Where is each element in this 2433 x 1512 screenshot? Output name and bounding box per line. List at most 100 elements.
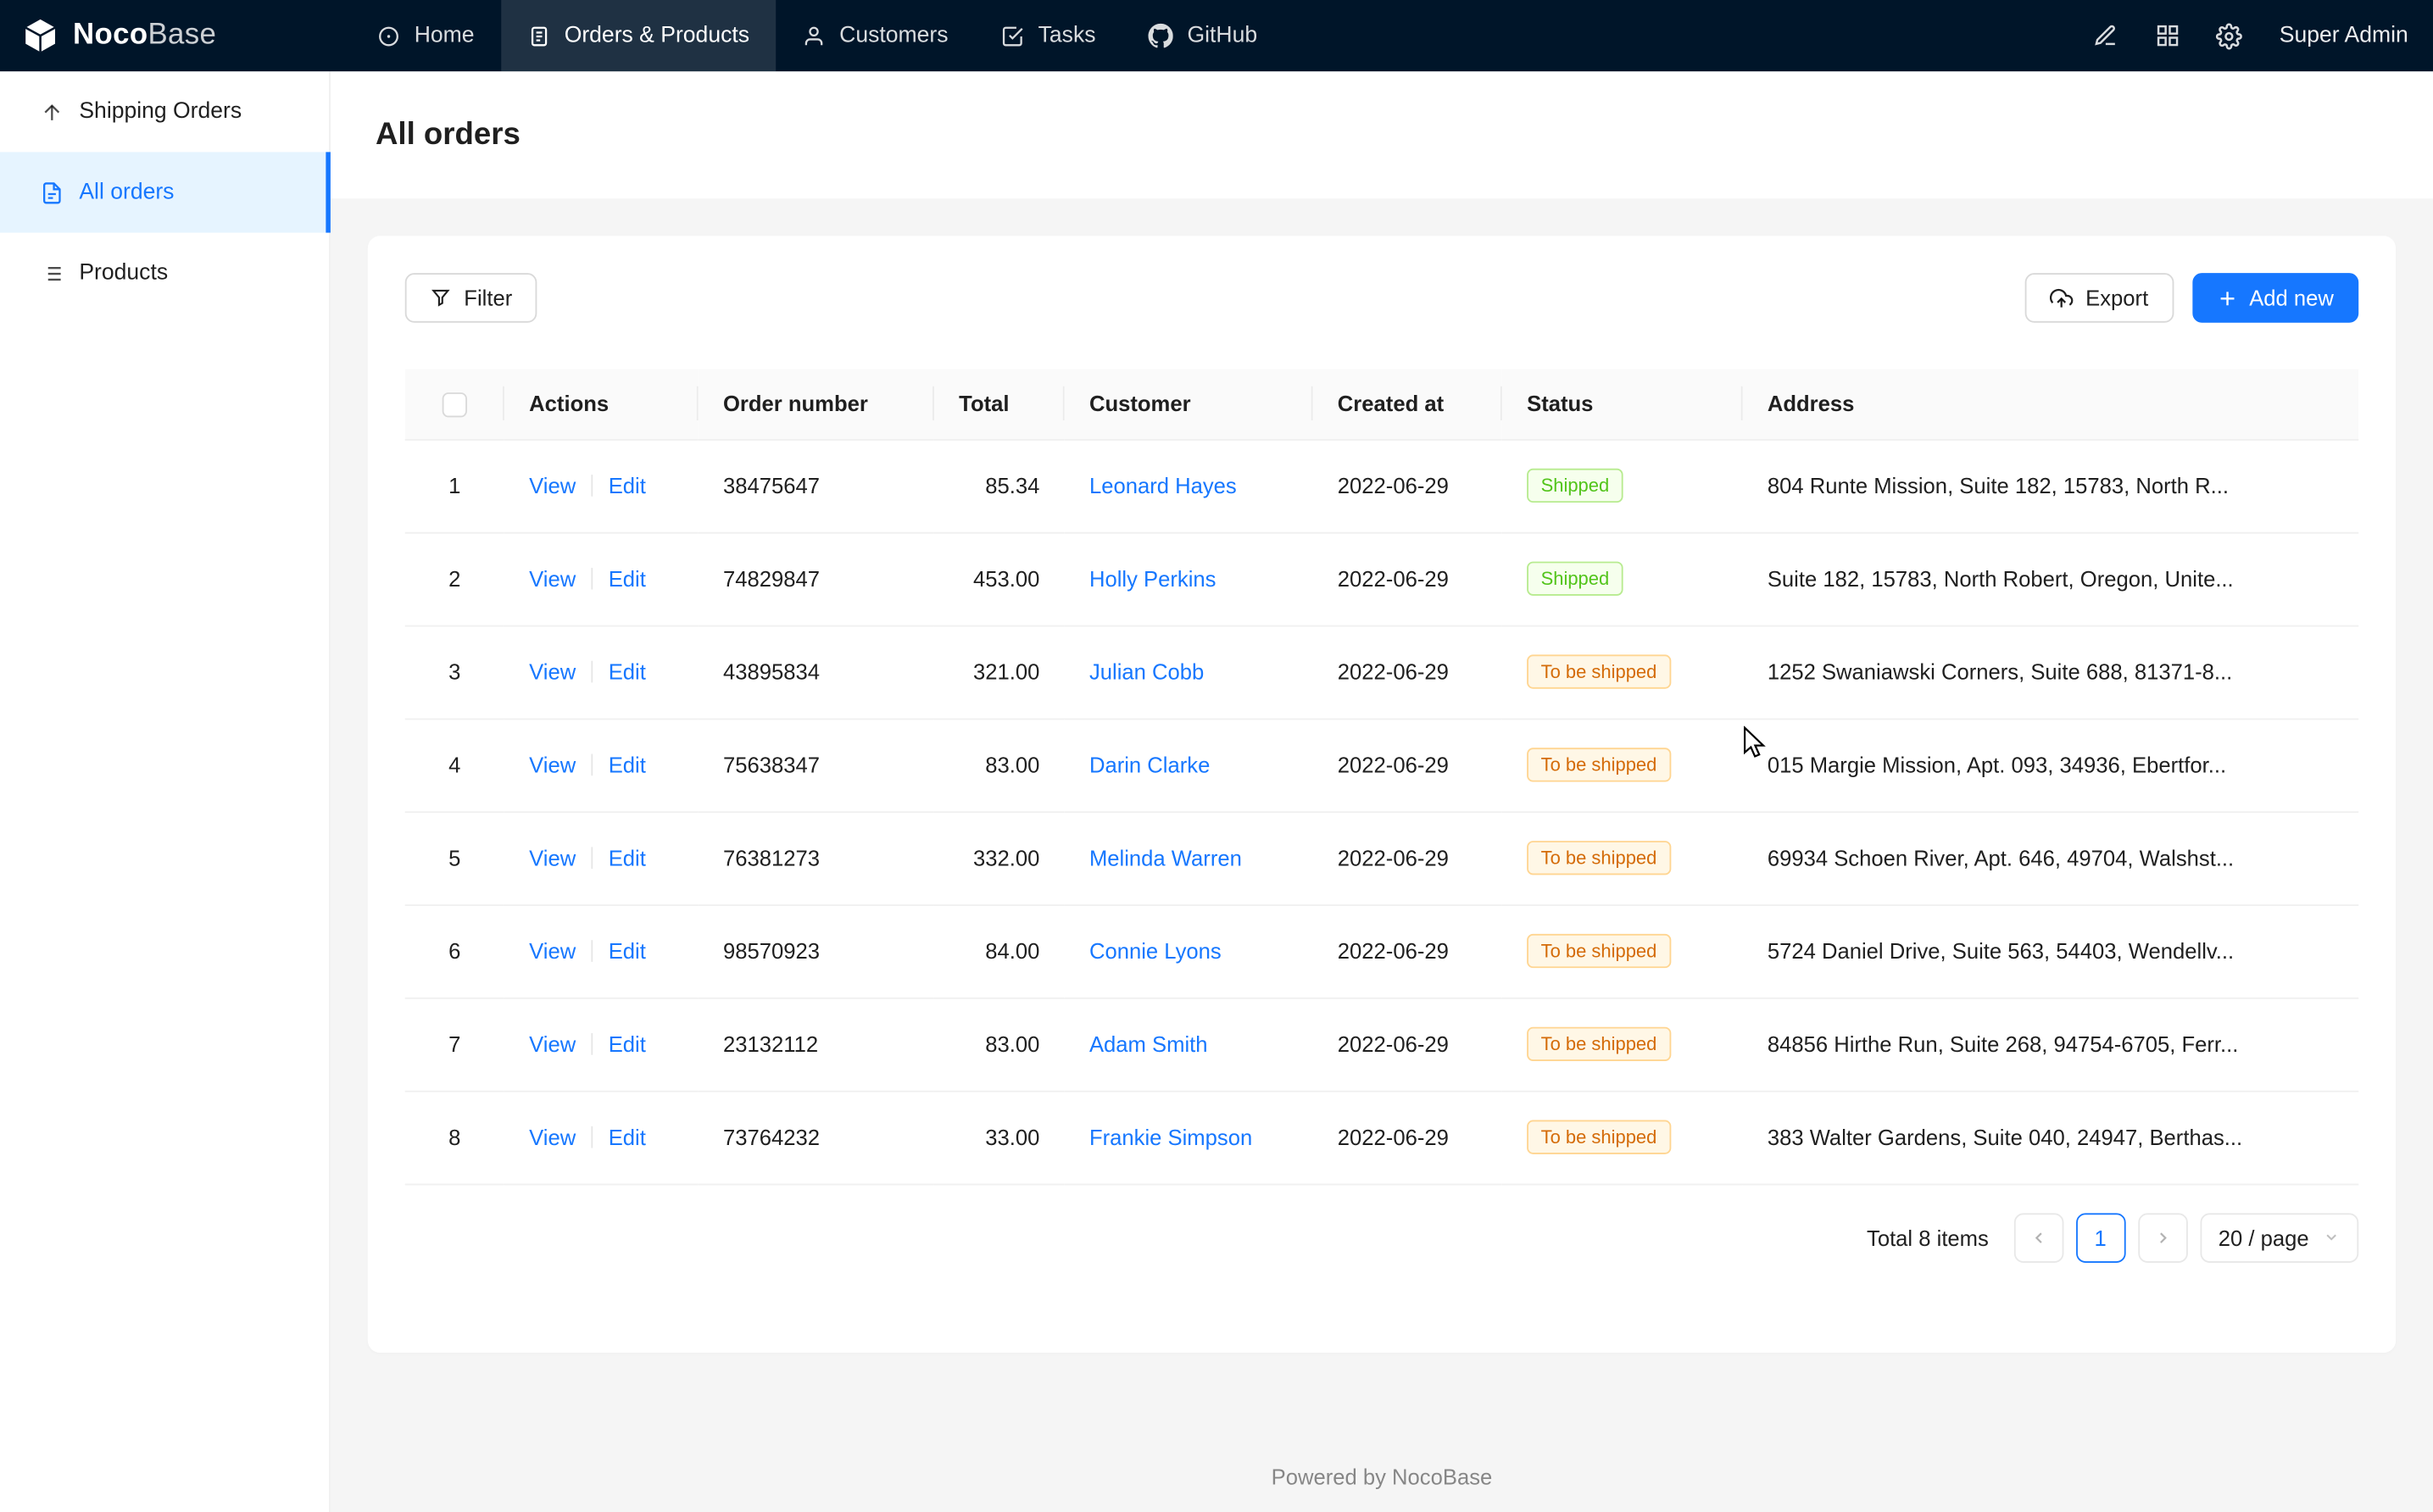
actions-cell: View Edit: [504, 439, 699, 532]
sidebar-item-shipping-orders[interactable]: Shipping Orders: [0, 71, 329, 152]
settings-button[interactable]: [2202, 9, 2258, 62]
customer-link[interactable]: Frankie Simpson: [1089, 1125, 1252, 1149]
plugins-button[interactable]: [2140, 9, 2196, 62]
export-button[interactable]: Export: [2025, 273, 2174, 323]
brand-bold: Noco: [73, 19, 148, 51]
customer-cell: Connie Lyons: [1065, 904, 1313, 998]
nav-item-label: Home: [415, 23, 475, 47]
page-title: All orders: [376, 117, 521, 153]
nav-item-label: GitHub: [1188, 23, 1258, 47]
created-at-cell: 2022-06-29: [1313, 904, 1502, 998]
address-cell: 804 Runte Mission, Suite 182, 15783, Nor…: [1743, 439, 2359, 532]
column-header-created-at: Created at: [1313, 370, 1502, 439]
brand[interactable]: NocoBase: [0, 0, 329, 71]
action-divider: [592, 1126, 593, 1148]
customer-link[interactable]: Holly Perkins: [1089, 566, 1216, 591]
nav-item-label: Tasks: [1038, 23, 1096, 47]
view-link[interactable]: View: [529, 566, 576, 591]
view-link[interactable]: View: [529, 473, 576, 498]
table-header: Actions Order number Total Customer Crea…: [405, 370, 2358, 439]
total-cell: 83.00: [934, 998, 1065, 1091]
edit-link[interactable]: Edit: [609, 566, 646, 591]
main-area: All orders Filter: [331, 71, 2433, 1512]
orders-card: Filter Export Add: [368, 236, 2396, 1353]
plus-icon: [2217, 288, 2237, 309]
status-cell: To be shipped: [1502, 904, 1743, 998]
customer-link[interactable]: Melinda Warren: [1089, 846, 1242, 870]
view-link[interactable]: View: [529, 1125, 576, 1149]
nav-item-customers[interactable]: Customers: [776, 0, 974, 71]
view-link[interactable]: View: [529, 659, 576, 684]
edit-link[interactable]: Edit: [609, 1031, 646, 1056]
list-icon: [41, 261, 64, 284]
home-icon: [377, 24, 400, 47]
table-row: 4 ViewEdit 75638347 83.00 Darin Clarke 2…: [405, 718, 2358, 811]
view-link[interactable]: View: [529, 1031, 576, 1056]
table-row: 2 ViewEdit 74829847 453.00 Holly Perkins…: [405, 532, 2358, 625]
created-at-cell: 2022-06-29: [1313, 1091, 1502, 1184]
created-at-cell: 2022-06-29: [1313, 718, 1502, 811]
pagination-next-button[interactable]: [2138, 1212, 2188, 1262]
actions-cell: View Edit: [504, 904, 699, 998]
filter-button[interactable]: Filter: [405, 273, 537, 323]
view-link[interactable]: View: [529, 846, 576, 870]
status-badge: To be shipped: [1527, 654, 1671, 688]
add-new-button[interactable]: Add new: [2191, 273, 2358, 323]
total-cell: 321.00: [934, 625, 1065, 719]
edit-link[interactable]: Edit: [609, 1125, 646, 1149]
user-menu[interactable]: Super Admin: [2280, 23, 2408, 47]
table-toolbar: Filter Export Add: [405, 273, 2358, 323]
edit-link[interactable]: Edit: [609, 473, 646, 498]
edit-link[interactable]: Edit: [609, 846, 646, 870]
customer-link[interactable]: Leonard Hayes: [1089, 473, 1237, 498]
row-index: 2: [405, 532, 504, 625]
table-body: 1 ViewEdit 38475647 85.34 Leonard Hayes …: [405, 439, 2358, 1184]
status-cell: To be shipped: [1502, 811, 1743, 904]
address-cell: 69934 Schoen River, Apt. 646, 49704, Wal…: [1743, 811, 2359, 904]
status-cell: To be shipped: [1502, 718, 1743, 811]
actions-cell: View Edit: [504, 718, 699, 811]
select-all-checkbox[interactable]: [443, 392, 467, 417]
created-at-cell: 2022-06-29: [1313, 625, 1502, 719]
sidebar-item-all-orders[interactable]: All orders: [0, 152, 329, 232]
column-header-actions: Actions: [504, 370, 699, 439]
sidebar-item-products[interactable]: Products: [0, 233, 329, 314]
page-header: All orders: [331, 71, 2433, 198]
actions-cell: View Edit: [504, 998, 699, 1091]
customer-link[interactable]: Adam Smith: [1089, 1031, 1208, 1056]
chevron-down-icon: [2323, 1229, 2340, 1246]
status-cell: Shipped: [1502, 439, 1743, 532]
view-link[interactable]: View: [529, 753, 576, 777]
brand-text: NocoBase: [73, 19, 216, 53]
total-cell: 33.00: [934, 1091, 1065, 1184]
customer-cell: Frankie Simpson: [1065, 1091, 1313, 1184]
address-cell: 015 Margie Mission, Apt. 093, 34936, Ebe…: [1743, 718, 2359, 811]
order-number-cell: 76381273: [699, 811, 934, 904]
edit-link[interactable]: Edit: [609, 753, 646, 777]
ui-editor-button[interactable]: [2078, 9, 2134, 62]
nav-item-orders-products[interactable]: Orders & Products: [501, 0, 776, 71]
edit-link[interactable]: Edit: [609, 659, 646, 684]
plugins-icon: [2155, 23, 2180, 47]
view-link[interactable]: View: [529, 938, 576, 963]
customer-link[interactable]: Connie Lyons: [1089, 938, 1222, 963]
pagination-total: Total 8 items: [1867, 1225, 1989, 1249]
column-header-order-number: Order number: [699, 370, 934, 439]
row-index: 8: [405, 1091, 504, 1184]
action-divider: [592, 940, 593, 962]
nav-item-github[interactable]: GitHub: [1122, 0, 1284, 71]
pagination-page-1[interactable]: 1: [2075, 1212, 2125, 1262]
chevron-left-icon: [2029, 1228, 2047, 1247]
sidebar-item-label: All orders: [79, 180, 174, 204]
customer-link[interactable]: Julian Cobb: [1089, 659, 1204, 684]
customer-link[interactable]: Darin Clarke: [1089, 753, 1210, 777]
nav-item-tasks[interactable]: Tasks: [975, 0, 1122, 71]
pagination-prev-button[interactable]: [2013, 1212, 2063, 1262]
nav-item-home[interactable]: Home: [351, 0, 501, 71]
edit-link[interactable]: Edit: [609, 938, 646, 963]
powered-by-footer: Powered by NocoBase: [368, 1465, 2396, 1489]
page-size-select[interactable]: 20 / page: [2200, 1212, 2358, 1262]
brand-light: Base: [148, 19, 216, 51]
customer-cell: Leonard Hayes: [1065, 439, 1313, 532]
actions-cell: View Edit: [504, 532, 699, 625]
